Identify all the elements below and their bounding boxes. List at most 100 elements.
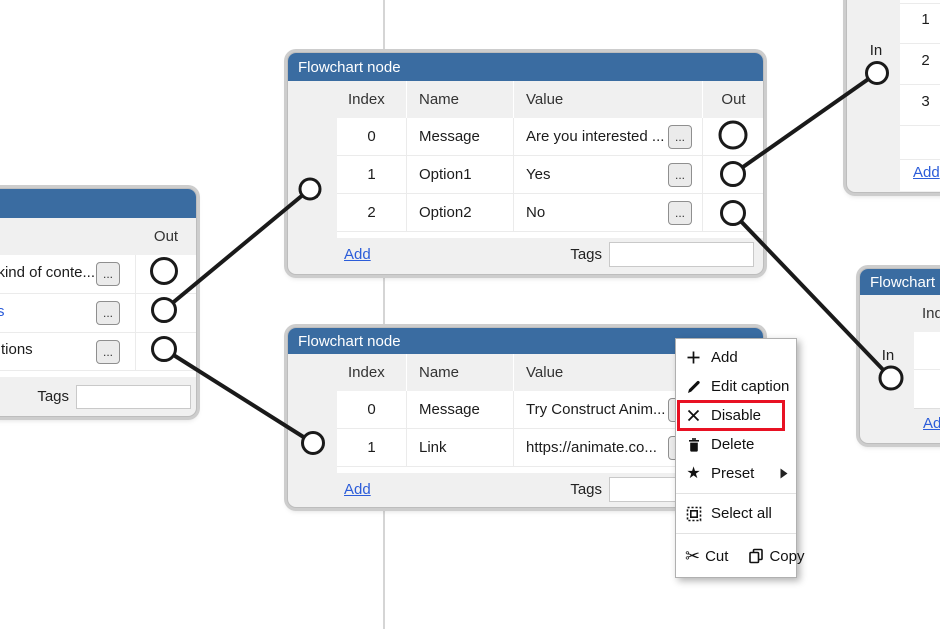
menu-item-delete[interactable]: Delete (676, 430, 796, 459)
add-row-link[interactable]: Add (344, 481, 371, 498)
in-port-gutter: In (288, 81, 337, 271)
column-header-out: Out (703, 81, 764, 118)
menu-item-disable[interactable]: Disable (676, 401, 796, 430)
index-cell: 1 (337, 156, 407, 193)
menu-item-edit-caption[interactable]: Edit caption (676, 372, 796, 401)
table-row: tions ... (0, 333, 197, 371)
edit-value-button[interactable]: ... (668, 163, 692, 187)
name-cell: Option1 (407, 156, 514, 193)
menu-cut-copy-row: ✂ Cut Copy (676, 539, 796, 573)
table-header-row: Out (0, 218, 197, 255)
menu-item-preset[interactable]: ★ Preset (676, 459, 796, 488)
in-port-label: In (288, 436, 337, 453)
name-cell: Link (407, 429, 514, 466)
row-separator (900, 3, 940, 4)
menu-item-label: Add (711, 349, 738, 366)
in-port-gutter: In (288, 354, 337, 506)
value-cell: Yes ... (514, 156, 703, 193)
table-row: s ... (0, 294, 197, 333)
table-row: 0 Message Are you interested ... ... (337, 118, 764, 156)
edit-value-button[interactable]: ... (668, 201, 692, 225)
menu-item-label: Delete (711, 436, 754, 453)
panel-title: Flowchart node (870, 274, 940, 291)
add-row-link[interactable]: Add (923, 415, 940, 432)
column-header-name: Name (407, 81, 514, 118)
column-header-value: Value (514, 81, 703, 118)
value-cell-text: Try Construct Anim... (526, 401, 665, 418)
tags-input[interactable] (76, 385, 191, 409)
edit-value-button[interactable]: ... (96, 340, 120, 364)
row-separator (900, 43, 940, 44)
menu-separator (676, 533, 796, 534)
table-row: kind of conte... ... (0, 255, 197, 294)
menu-item-label: Cut (705, 548, 728, 565)
panel-title: Flowchart node (298, 59, 401, 76)
column-header-name: Name (407, 354, 514, 391)
value-cell-text: https://animate.co... (526, 439, 657, 456)
table-row: 1 Option1 Yes ... (337, 156, 764, 194)
value-cell-text: kind of conte... (0, 264, 95, 281)
index-cell: 3 (900, 93, 940, 110)
panel-footer: Tags (0, 377, 197, 417)
flowchart-node-panel-mid-right: Flowchart node Index Add In (859, 268, 940, 444)
index-cell: 1 (337, 429, 407, 466)
column-header-index: Index (337, 81, 407, 118)
value-cell-text: Are you interested ... (526, 128, 664, 145)
menu-item-label: Disable (711, 407, 761, 424)
plus-icon (685, 349, 702, 366)
in-port-label: In (876, 347, 900, 364)
row-separator (914, 408, 940, 409)
row-separator (900, 84, 940, 85)
index-cell: 2 (337, 194, 407, 231)
value-cell: Are you interested ... ... (514, 118, 703, 155)
tags-input[interactable] (609, 242, 754, 267)
index-cell: 0 (337, 391, 407, 428)
add-row-link[interactable]: Add (913, 164, 940, 181)
name-cell: Option2 (407, 194, 514, 231)
column-header-index: Index (337, 354, 407, 391)
menu-item-copy[interactable]: Copy (747, 548, 804, 565)
table-body: kind of conte... ... s ... tions ... (0, 255, 197, 377)
panel-footer: Add Tags (337, 238, 764, 271)
submenu-arrow-icon (780, 468, 788, 479)
out-port-cell (703, 156, 764, 193)
in-port-label: In (864, 42, 888, 59)
menu-item-label: Preset (711, 465, 754, 482)
column-header-out: Out (135, 218, 197, 255)
menu-item-label: Select all (711, 505, 772, 522)
panel-header[interactable]: Flowchart node (860, 269, 940, 295)
table-header-row: Index Name Value Out (337, 81, 764, 118)
menu-item-label: Copy (769, 548, 804, 565)
copy-icon (747, 548, 764, 565)
value-cell-text: No (526, 204, 545, 221)
out-port-cell (703, 118, 764, 155)
x-icon (685, 407, 702, 424)
add-row-link[interactable]: Add (344, 246, 371, 263)
index-cell: 2 (900, 52, 940, 69)
menu-separator (676, 493, 796, 494)
value-cell-text: Yes (526, 166, 550, 183)
scissors-icon: ✂ (685, 547, 700, 565)
flowchart-canvas: Out kind of conte... ... s ... tions ...… (0, 0, 940, 629)
tags-label: Tags (29, 388, 69, 405)
panel-header[interactable] (0, 189, 197, 218)
edit-value-button[interactable]: ... (96, 262, 120, 286)
table-body (914, 332, 940, 408)
edit-value-button[interactable]: ... (668, 125, 692, 149)
table-row: 2 Option2 No ... (337, 194, 764, 232)
flowchart-node-panel-top-right: 1 2 3 Add In (846, 0, 940, 193)
in-port-label: In (288, 185, 337, 202)
flowchart-node-panel-left: Out kind of conte... ... s ... tions ...… (0, 188, 197, 417)
flowchart-node-panel-top: Flowchart node In Index Name Value Out 0… (287, 52, 764, 275)
tags-label: Tags (570, 481, 602, 498)
panel-header[interactable]: Flowchart node (288, 53, 763, 81)
pencil-icon (685, 378, 702, 395)
menu-item-add[interactable]: Add (676, 343, 796, 372)
select-all-icon (685, 505, 702, 522)
column-header-index: Index (922, 305, 940, 322)
menu-item-select-all[interactable]: Select all (676, 499, 796, 528)
menu-item-cut[interactable]: ✂ Cut (685, 547, 728, 565)
value-cell: No ... (514, 194, 703, 231)
edit-value-button[interactable]: ... (96, 301, 120, 325)
context-menu: Add Edit caption Disable Delete ★ Preset (675, 338, 797, 578)
